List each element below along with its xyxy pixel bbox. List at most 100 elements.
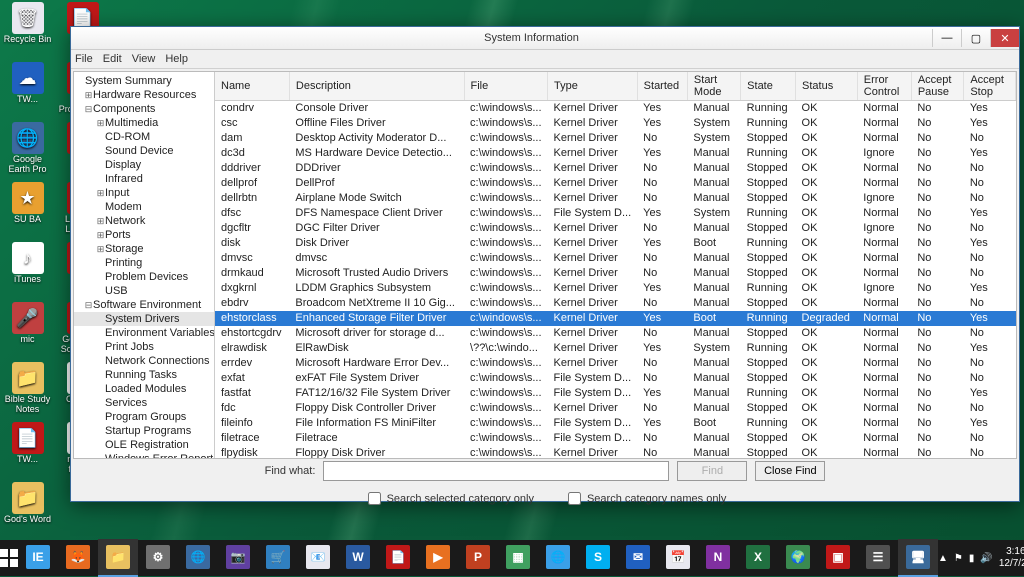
table-row[interactable]: dc3dMS Hardware Device Detectio...c:\win… bbox=[215, 146, 1016, 161]
volume-icon[interactable]: 🔊 bbox=[980, 553, 992, 564]
table-row[interactable]: dellprofDellProfc:\windows\s...Kernel Dr… bbox=[215, 176, 1016, 191]
tree-node[interactable]: ⊞Input bbox=[74, 186, 214, 200]
taskbar-icon[interactable]: X bbox=[738, 539, 778, 577]
tree-node[interactable]: Services bbox=[74, 396, 214, 410]
menu-help[interactable]: Help bbox=[165, 53, 188, 65]
tree-node[interactable]: System Drivers bbox=[74, 312, 214, 326]
tree-node[interactable]: ⊞Storage bbox=[74, 242, 214, 256]
column-header[interactable]: State bbox=[741, 72, 796, 101]
desktop-icon[interactable]: 📁Bible Study Notes bbox=[0, 360, 55, 420]
taskbar-icon[interactable]: ▶ bbox=[418, 539, 458, 577]
close-find-button[interactable]: Close Find bbox=[755, 461, 825, 481]
tree-node[interactable]: Sound Device bbox=[74, 144, 214, 158]
menu-file[interactable]: File bbox=[75, 53, 93, 65]
tree-node[interactable]: Network Connections bbox=[74, 354, 214, 368]
desktop-icon[interactable]: ★SU BA bbox=[0, 180, 55, 240]
tree-node[interactable]: Loaded Modules bbox=[74, 382, 214, 396]
table-row[interactable]: dxgkrnlLDDM Graphics Subsystemc:\windows… bbox=[215, 281, 1016, 296]
tree-node[interactable]: Startup Programs bbox=[74, 424, 214, 438]
desktop-icon[interactable]: 🎤mic bbox=[0, 300, 55, 360]
taskbar-icon[interactable]: 📷 bbox=[218, 539, 258, 577]
column-header[interactable]: Accept Pause bbox=[911, 72, 964, 101]
column-header[interactable]: Description bbox=[289, 72, 464, 101]
tray-chevron-icon[interactable]: ▲ bbox=[938, 553, 948, 564]
tree-node[interactable]: Printing bbox=[74, 256, 214, 270]
tree-node[interactable]: Print Jobs bbox=[74, 340, 214, 354]
table-row[interactable]: fileinfoFile Information FS MiniFilterc:… bbox=[215, 416, 1016, 431]
taskbar-icon[interactable]: 📧 bbox=[298, 539, 338, 577]
table-row[interactable]: drmkaudMicrosoft Trusted Audio Driversc:… bbox=[215, 266, 1016, 281]
tree-node[interactable]: System Summary bbox=[74, 74, 214, 88]
taskbar-icon[interactable]: 📄 bbox=[378, 539, 418, 577]
desktop-icon[interactable]: ♪iTunes bbox=[0, 240, 55, 300]
find-button[interactable]: Find bbox=[677, 461, 747, 481]
table-row[interactable]: fdcFloppy Disk Controller Driverc:\windo… bbox=[215, 401, 1016, 416]
system-tray[interactable]: ▲ ⚑ ▮ 🔊 3:16 PM 12/7/2017 bbox=[938, 546, 1024, 570]
tree-node[interactable]: ⊞Multimedia bbox=[74, 116, 214, 130]
tree-node[interactable]: Modem bbox=[74, 200, 214, 214]
tree-node[interactable]: Environment Variables bbox=[74, 326, 214, 340]
taskbar-icon[interactable]: 📁 bbox=[98, 539, 138, 577]
table-row[interactable]: errdevMicrosoft Hardware Error Dev...c:\… bbox=[215, 356, 1016, 371]
action-center-icon[interactable]: ⚑ bbox=[954, 553, 963, 564]
desktop-icon[interactable]: 🗑Recycle Bin bbox=[0, 0, 55, 60]
desktop-icon[interactable]: ☁TW... bbox=[0, 60, 55, 120]
tree-node[interactable]: ⊞Hardware Resources bbox=[74, 88, 214, 102]
tree-node[interactable]: Infrared bbox=[74, 172, 214, 186]
table-row[interactable]: filetraceFiletracec:\windows\s...File Sy… bbox=[215, 431, 1016, 446]
tree-node[interactable]: Windows Error Reporting bbox=[74, 452, 214, 458]
taskbar-icon[interactable]: W bbox=[338, 539, 378, 577]
tree-node[interactable]: CD-ROM bbox=[74, 130, 214, 144]
taskbar-icon[interactable]: 📅 bbox=[658, 539, 698, 577]
drivers-grid[interactable]: NameDescriptionFileTypeStartedStart Mode… bbox=[215, 72, 1016, 458]
tree-node[interactable]: USB bbox=[74, 284, 214, 298]
column-header[interactable]: Started bbox=[637, 72, 687, 101]
tree-node[interactable]: ⊞Network bbox=[74, 214, 214, 228]
taskbar-icon[interactable]: 🛒 bbox=[258, 539, 298, 577]
tree-node[interactable]: ⊞Ports bbox=[74, 228, 214, 242]
taskbar-icon[interactable]: ▣ bbox=[818, 539, 858, 577]
desktop-icon[interactable]: 🌐Google Earth Pro bbox=[0, 120, 55, 180]
column-header[interactable]: File bbox=[464, 72, 548, 101]
taskbar-icon[interactable]: ☰ bbox=[858, 539, 898, 577]
table-row[interactable]: flpydiskFloppy Disk Driverc:\windows\s..… bbox=[215, 446, 1016, 458]
tree-node[interactable]: ⊟Components bbox=[74, 102, 214, 116]
tree-node[interactable]: ⊟Software Environment bbox=[74, 298, 214, 312]
clock[interactable]: 3:16 PM 12/7/2017 bbox=[999, 546, 1024, 570]
taskbar-icon[interactable]: 🌐 bbox=[538, 539, 578, 577]
taskbar-icon[interactable]: 🖥 bbox=[898, 539, 938, 577]
minimize-button[interactable]: — bbox=[932, 29, 961, 47]
taskbar-icon[interactable]: 🌐 bbox=[178, 539, 218, 577]
taskbar-icon[interactable]: P bbox=[458, 539, 498, 577]
table-row[interactable]: condrvConsole Driverc:\windows\s...Kerne… bbox=[215, 101, 1016, 117]
taskbar-icon[interactable]: 🌍 bbox=[778, 539, 818, 577]
close-button[interactable]: ✕ bbox=[990, 29, 1019, 47]
search-selected-checkbox[interactable]: Search selected category only bbox=[364, 489, 534, 508]
titlebar[interactable]: System Information — ▢ ✕ bbox=[71, 27, 1019, 50]
desktop-icon[interactable]: 📄TW... bbox=[0, 420, 55, 480]
column-header[interactable]: Name bbox=[215, 72, 289, 101]
taskbar-icon[interactable]: S bbox=[578, 539, 618, 577]
taskbar-icon[interactable]: N bbox=[698, 539, 738, 577]
maximize-button[interactable]: ▢ bbox=[961, 29, 990, 47]
tree-node[interactable]: OLE Registration bbox=[74, 438, 214, 452]
network-icon[interactable]: ▮ bbox=[969, 553, 975, 564]
column-header[interactable]: Error Control bbox=[857, 72, 911, 101]
table-row[interactable]: dgcfltrDGC Filter Driverc:\windows\s...K… bbox=[215, 221, 1016, 236]
taskbar-icon[interactable]: ⚙ bbox=[138, 539, 178, 577]
column-header[interactable]: Accept Stop bbox=[964, 72, 1016, 101]
taskbar-icon[interactable]: IE bbox=[18, 539, 58, 577]
table-row[interactable]: dddriverDDDriverc:\windows\s...Kernel Dr… bbox=[215, 161, 1016, 176]
table-row[interactable]: damDesktop Activity Moderator D...c:\win… bbox=[215, 131, 1016, 146]
table-row[interactable]: ehstortcgdrvMicrosoft driver for storage… bbox=[215, 326, 1016, 341]
table-row[interactable]: ebdrvBroadcom NetXtreme II 10 Gig...c:\w… bbox=[215, 296, 1016, 311]
column-header[interactable]: Status bbox=[796, 72, 858, 101]
column-header[interactable]: Type bbox=[548, 72, 638, 101]
tree-node[interactable]: Running Tasks bbox=[74, 368, 214, 382]
table-row[interactable]: dfscDFS Namespace Client Driverc:\window… bbox=[215, 206, 1016, 221]
table-row[interactable]: elrawdiskElRawDisk\??\c:\windo...Kernel … bbox=[215, 341, 1016, 356]
menu-edit[interactable]: Edit bbox=[103, 53, 122, 65]
desktop-icon[interactable]: 📁God's Word bbox=[0, 480, 55, 540]
nav-tree[interactable]: System Summary⊞Hardware Resources⊟Compon… bbox=[74, 72, 215, 458]
table-row[interactable]: cscOffline Files Driverc:\windows\s...Ke… bbox=[215, 116, 1016, 131]
